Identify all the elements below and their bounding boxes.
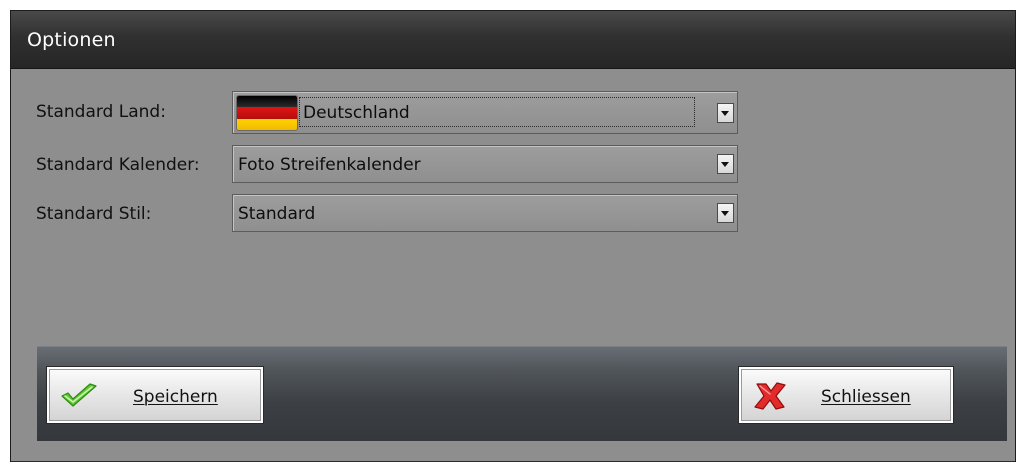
options-dialog: Optionen Standard Land: Deutschland Stan… — [10, 10, 1016, 462]
country-value: Deutschland — [303, 103, 410, 123]
chevron-down-icon[interactable] — [717, 203, 734, 223]
chevron-down-icon[interactable] — [717, 103, 734, 123]
title-bar[interactable]: Optionen — [11, 11, 1015, 69]
window-bottom-edge — [11, 461, 1015, 462]
x-cross-icon — [754, 382, 786, 410]
save-button[interactable]: Speichern — [46, 366, 264, 424]
window-title: Optionen — [27, 29, 116, 51]
close-button[interactable]: Schliessen — [738, 366, 954, 424]
style-dropdown[interactable]: Standard — [232, 194, 738, 232]
close-button-label: Schliessen — [821, 387, 911, 407]
chevron-down-icon[interactable] — [717, 154, 734, 174]
save-button-label: Speichern — [133, 387, 218, 407]
calendar-dropdown[interactable]: Foto Streifenkalender — [232, 145, 738, 183]
country-label: Standard Land: — [36, 102, 166, 122]
calendar-label: Standard Kalender: — [36, 155, 200, 175]
germany-flag-icon — [237, 96, 297, 130]
country-dropdown[interactable]: Deutschland — [232, 91, 738, 134]
checkmark-icon — [61, 383, 97, 407]
button-bar: Speichern Schliessen — [37, 346, 1007, 441]
calendar-value: Foto Streifenkalender — [238, 155, 421, 175]
style-label: Standard Stil: — [36, 204, 152, 224]
style-value: Standard — [238, 204, 316, 224]
